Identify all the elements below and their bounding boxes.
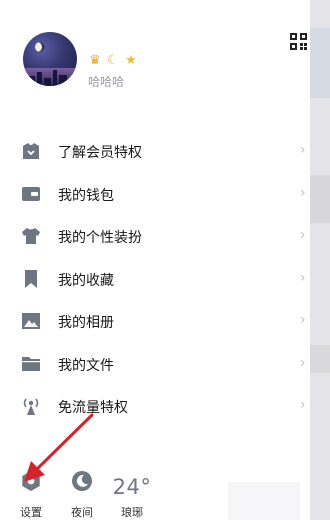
vip-badges[interactable]: ♛ ☾ ★ <box>87 53 139 69</box>
temperature: 24° <box>112 475 152 499</box>
star-icon: ★ <box>125 53 137 68</box>
vip-icon <box>23 143 39 159</box>
chevron-right-icon: › <box>300 227 306 243</box>
night-label: 夜间 <box>71 506 93 519</box>
folder-icon <box>22 356 40 371</box>
annotation-arrow <box>24 413 94 482</box>
background-content-edge <box>310 0 330 520</box>
chevron-right-icon: › <box>300 397 306 413</box>
crown-icon: ♛ <box>89 53 101 68</box>
menu-item-files[interactable]: 我的文件 › <box>0 343 310 386</box>
chevron-right-icon: › <box>300 184 306 201</box>
menu-item-label: 我的文件 <box>58 357 114 374</box>
side-drawer: ♛ ☾ ★ 哈哈哈 了解会员特权 › 我的钱包 › 我的个性装扮 › 我的收藏 … <box>0 0 310 520</box>
chevron-right-icon: › <box>300 269 306 286</box>
menu-item-favorites[interactable]: 我的收藏 › <box>0 258 310 301</box>
weather-widget[interactable]: 24° 琅琊 <box>112 475 152 520</box>
menu-item-label: 了解会员特权 <box>58 145 142 161</box>
bookmark-icon <box>25 269 37 288</box>
avatar[interactable] <box>23 32 77 86</box>
drawer-menu: 了解会员特权 › 我的钱包 › 我的个性装扮 › 我的收藏 › 我的相册 › 我… <box>0 130 310 428</box>
menu-item-label: 我的钱包 <box>58 187 114 204</box>
chevron-right-icon: › <box>300 142 306 158</box>
blurred-area <box>228 482 300 520</box>
moon-icon: ☾ <box>107 53 119 68</box>
menu-item-label: 我的个性装扮 <box>58 230 142 246</box>
qr-code-icon[interactable] <box>290 33 307 50</box>
menu-item-label: 我的相册 <box>58 315 114 331</box>
chevron-right-icon: › <box>300 312 306 328</box>
menu-item-dress-up[interactable]: 我的个性装扮 › <box>0 215 310 258</box>
menu-item-vip[interactable]: 了解会员特权 › <box>0 130 310 173</box>
wallet-icon <box>22 186 40 201</box>
menu-item-label: 我的收藏 <box>58 272 114 289</box>
menu-item-wallet[interactable]: 我的钱包 › <box>0 173 310 216</box>
menu-item-album[interactable]: 我的相册 › <box>0 300 310 343</box>
tshirt-icon <box>22 228 40 244</box>
nickname[interactable]: 哈哈哈 <box>88 73 124 90</box>
city-label: 琅琊 <box>121 506 143 519</box>
photo-icon <box>22 313 40 329</box>
chevron-right-icon: › <box>300 354 306 371</box>
settings-label: 设置 <box>20 506 42 519</box>
